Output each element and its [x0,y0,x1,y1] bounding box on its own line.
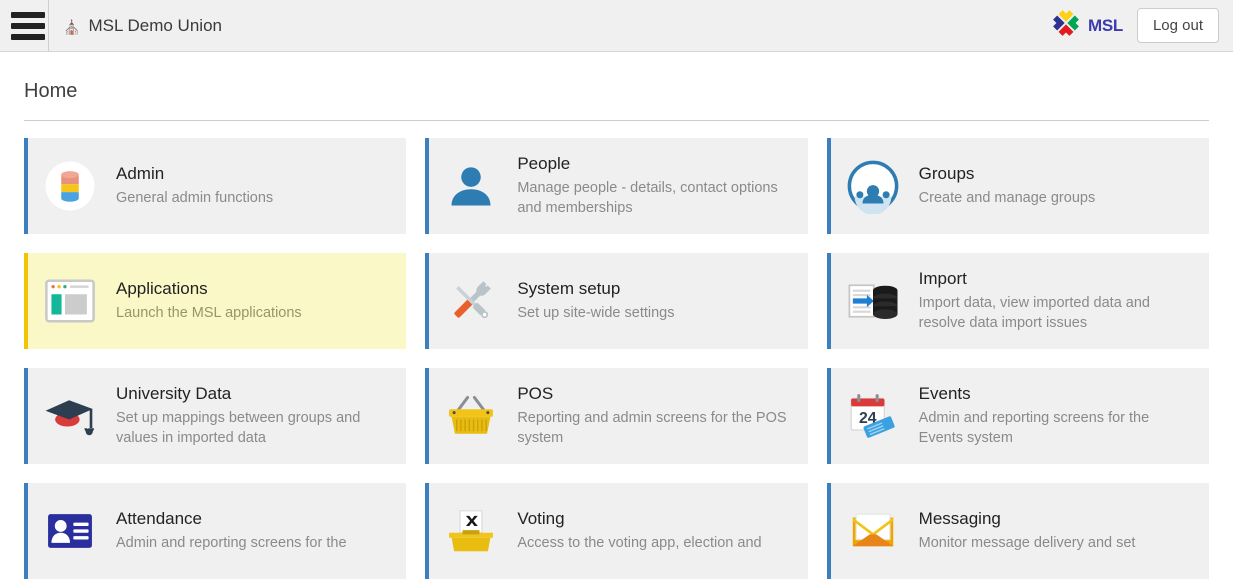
ballot-box-icon [439,499,503,563]
tile-title: System setup [517,278,621,298]
tile-title: Admin [116,163,165,183]
tile-university-data[interactable]: University Data Set up mappings between … [24,368,407,464]
tile-title: Import [918,268,967,288]
tile-description: Admin and reporting screens for the [116,535,347,552]
tile-description: Set up mappings between groups and value… [116,410,361,447]
tile-applications[interactable]: Applications Launch the MSL applications [24,253,407,349]
tile-text: University Data Set up mappings between … [116,384,392,448]
msl-logo-icon [1049,6,1083,45]
calendar-ticket-icon: 24 [841,384,905,448]
tile-system-setup[interactable]: System setup Set up site-wide settings [425,253,808,349]
tile-text: Admin General admin functions [116,164,273,208]
hamburger-menu-icon[interactable] [0,0,48,52]
tile-admin[interactable]: Admin General admin functions [24,138,407,234]
tile-description: Admin and reporting screens for the Even… [918,410,1150,447]
tile-text: System setup Set up site-wide settings [517,279,674,323]
tile-title: Groups [918,163,975,183]
tile-text: Attendance Admin and reporting screens f… [116,509,347,553]
tile-title: University Data [116,383,232,403]
tile-description: Set up site-wide settings [517,305,675,322]
tile-description: Access to the voting app, election and [517,535,762,552]
tile-description: Reporting and admin screens for the POS … [517,410,787,447]
tile-voting[interactable]: Voting Access to the voting app, electio… [425,483,808,579]
topbar-divider [48,0,49,52]
envelope-icon [841,499,905,563]
tile-description: Manage people - details, contact options… [517,180,778,217]
tile-title: Events [918,383,971,403]
tile-messaging[interactable]: Messaging Monitor message delivery and s… [826,483,1209,579]
tile-text: Groups Create and manage groups [919,164,1096,208]
tile-title: Messaging [918,508,1001,528]
tile-description: Monitor message delivery and set [918,535,1136,552]
tile-grid: Admin General admin functions People Man… [0,121,1233,579]
brand-text: MSL [1087,15,1123,35]
tile-description: General admin functions [116,190,274,207]
logout-button[interactable]: Log out [1136,8,1219,43]
database-cylinder-icon [38,154,102,218]
tile-description: Launch the MSL applications [116,305,302,322]
tile-title: People [517,153,571,173]
tile-text: Import Import data, view imported data a… [919,269,1195,333]
tile-text: Events Admin and reporting screens for t… [919,384,1195,448]
person-silhouette-icon [439,154,503,218]
hamburger-bar [11,33,45,40]
tile-text: People Manage people - details, contact … [517,154,793,218]
wrench-screwdriver-icon [439,269,503,333]
tile-text: Voting Access to the voting app, electio… [517,509,761,553]
site-home-link[interactable]: ⛪ MSL Demo Union [63,16,222,36]
tile-text: POS Reporting and admin screens for the … [517,384,793,448]
site-name: MSL Demo Union [88,15,222,35]
browser-window-icon [38,269,102,333]
tile-title: Attendance [116,508,203,528]
tile-description: Import data, view imported data and reso… [918,295,1150,332]
tile-groups[interactable]: Groups Create and manage groups [826,138,1209,234]
home-icon: ⛪ [63,18,81,35]
topbar-right-group: MSL Log out [1049,6,1233,45]
tile-events[interactable]: 24 Events Admin and reporting screens fo… [826,368,1209,464]
tile-text: Messaging Monitor message delivery and s… [919,509,1136,553]
page-title: Home [24,80,78,102]
tile-title: POS [517,383,554,403]
id-badge-icon [38,499,102,563]
hamburger-bar [11,22,45,29]
hamburger-bar [11,11,45,18]
shopping-basket-icon [439,384,503,448]
tile-title: Voting [517,508,565,528]
document-import-database-icon [841,269,905,333]
tile-attendance[interactable]: Attendance Admin and reporting screens f… [24,483,407,579]
tile-title: Applications [116,278,208,298]
brand: MSL [1049,6,1123,45]
page-header: Home [0,52,1233,121]
group-circle-icon [841,154,905,218]
graduation-cap-icon [38,384,102,448]
tile-people[interactable]: People Manage people - details, contact … [425,138,808,234]
tile-pos[interactable]: POS Reporting and admin screens for the … [425,368,808,464]
tile-text: Applications Launch the MSL applications [116,279,302,323]
tile-import[interactable]: Import Import data, view imported data a… [826,253,1209,349]
top-bar: ⛪ MSL Demo Union MSL Log out [0,0,1233,52]
tile-description: Create and manage groups [918,190,1096,207]
